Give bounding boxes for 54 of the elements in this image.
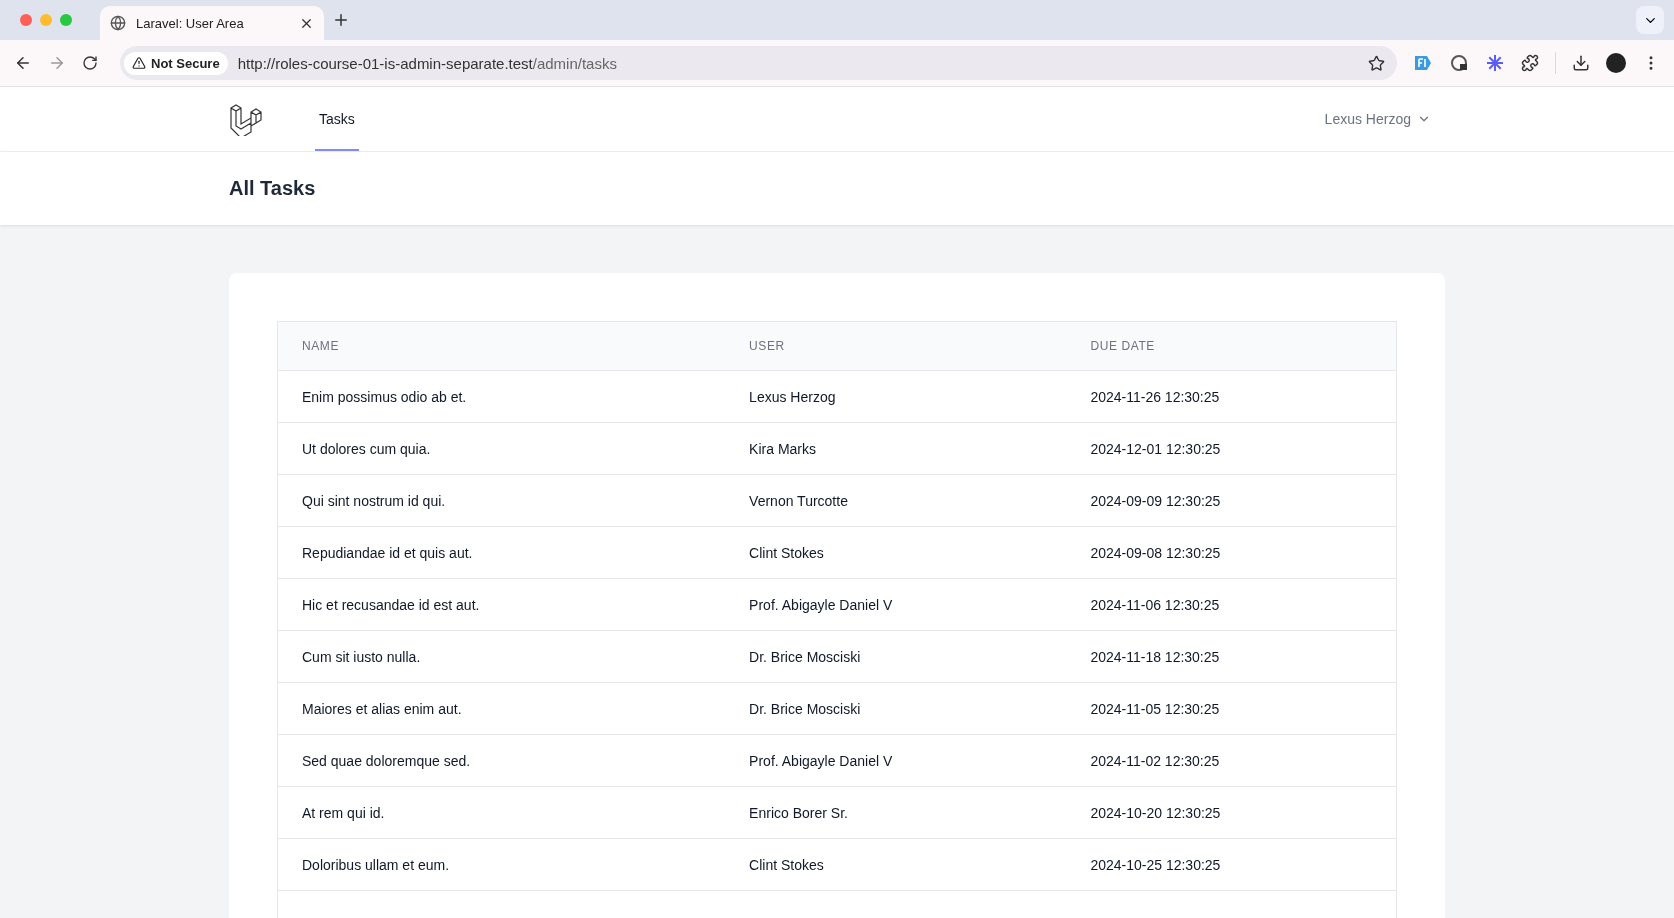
address-bar[interactable]: Not Secure http://roles-course-01-is-admin-separate.test/admin/tasks bbox=[120, 46, 1397, 80]
bookmark-star-icon[interactable] bbox=[1368, 54, 1385, 72]
extensions-puzzle-icon[interactable] bbox=[1521, 54, 1539, 72]
table-cell: 2024-11-02 12:30:25 bbox=[1066, 734, 1397, 787]
table-cell: Sed quae doloremque sed. bbox=[277, 734, 726, 787]
url-text: http://roles-course-01-is-admin-separate.test/admin/tasks bbox=[237, 54, 618, 72]
browser-tab[interactable]: Laravel: User Area bbox=[100, 6, 324, 40]
new-tab-button[interactable] bbox=[332, 11, 350, 29]
table-cell: Kira Marks bbox=[725, 422, 1067, 475]
table-cell: Repudiandae id et quis aut. bbox=[277, 526, 726, 579]
table-cell: Prof. Abigayle Daniel V bbox=[725, 734, 1067, 787]
extension-icon[interactable] bbox=[1413, 53, 1433, 73]
gauge-lock-icon[interactable] bbox=[1449, 53, 1469, 73]
table-cell: 2024-11-18 12:30:25 bbox=[1066, 630, 1397, 683]
table-cell: Prof. Abigayle Daniel V bbox=[725, 578, 1067, 631]
forward-button[interactable] bbox=[48, 54, 66, 72]
back-button[interactable] bbox=[14, 54, 32, 72]
asterisk-icon[interactable] bbox=[1485, 53, 1505, 73]
table-cell: Hic et recusandae id est aut. bbox=[277, 578, 726, 631]
table-cell: Enrico Borer Sr. bbox=[725, 786, 1067, 839]
table-cell: At rem qui id. bbox=[277, 786, 726, 839]
warning-icon bbox=[132, 56, 146, 70]
table-cell: 2024-10-25 12:30:25 bbox=[1066, 838, 1397, 891]
table-cell: Ut dolores cum quia. bbox=[277, 422, 726, 475]
table-cell: Doloribus ullam et eum. bbox=[277, 838, 726, 891]
table-cell: 2024-09-09 12:30:25 bbox=[1066, 474, 1397, 527]
table-cell: 2024-11-05 12:30:25 bbox=[1066, 682, 1397, 735]
table-cell: Cum sit iusto nulla. bbox=[277, 630, 726, 683]
column-header: USER bbox=[725, 321, 1067, 371]
globe-icon bbox=[110, 15, 126, 31]
table-cell: Dr. Brice Mosciski bbox=[725, 682, 1067, 735]
table-cell: Lexus Herzog bbox=[725, 370, 1067, 423]
download-icon[interactable] bbox=[1572, 54, 1590, 72]
tab-title: Laravel: User Area bbox=[136, 15, 245, 31]
table-cell: 2024-11-06 12:30:25 bbox=[1066, 578, 1397, 631]
security-chip[interactable]: Not Secure bbox=[124, 51, 228, 75]
table-cell: 2024-11-26 12:30:25 bbox=[1066, 370, 1397, 423]
table-cell: Clint Stokes bbox=[725, 526, 1067, 579]
page-title: All Tasks bbox=[229, 177, 316, 200]
column-header: NAME bbox=[277, 321, 726, 371]
table-cell: 2024-12-01 12:30:25 bbox=[1066, 422, 1397, 475]
table-cell: 2024-10-20 12:30:25 bbox=[1066, 786, 1397, 839]
table-cell: 2024-09-08 12:30:25 bbox=[1066, 526, 1397, 579]
table-cell: Vernon Turcotte bbox=[725, 474, 1067, 527]
table-cell: Dr. Brice Mosciski bbox=[725, 630, 1067, 683]
column-header: DUE DATE bbox=[1066, 321, 1397, 371]
profile-avatar[interactable] bbox=[1606, 53, 1626, 73]
table-cell: Qui sint nostrum id qui. bbox=[277, 474, 726, 527]
table-cell: Clint Stokes bbox=[725, 838, 1067, 891]
reload-button[interactable] bbox=[82, 55, 98, 71]
table-cell: Maiores et alias enim aut. bbox=[277, 682, 726, 735]
table-cell: Enim possimus odio ab et. bbox=[277, 370, 726, 423]
user-menu-button[interactable]: Lexus Herzog bbox=[1324, 111, 1431, 127]
cube-logo-icon[interactable] bbox=[229, 102, 263, 136]
